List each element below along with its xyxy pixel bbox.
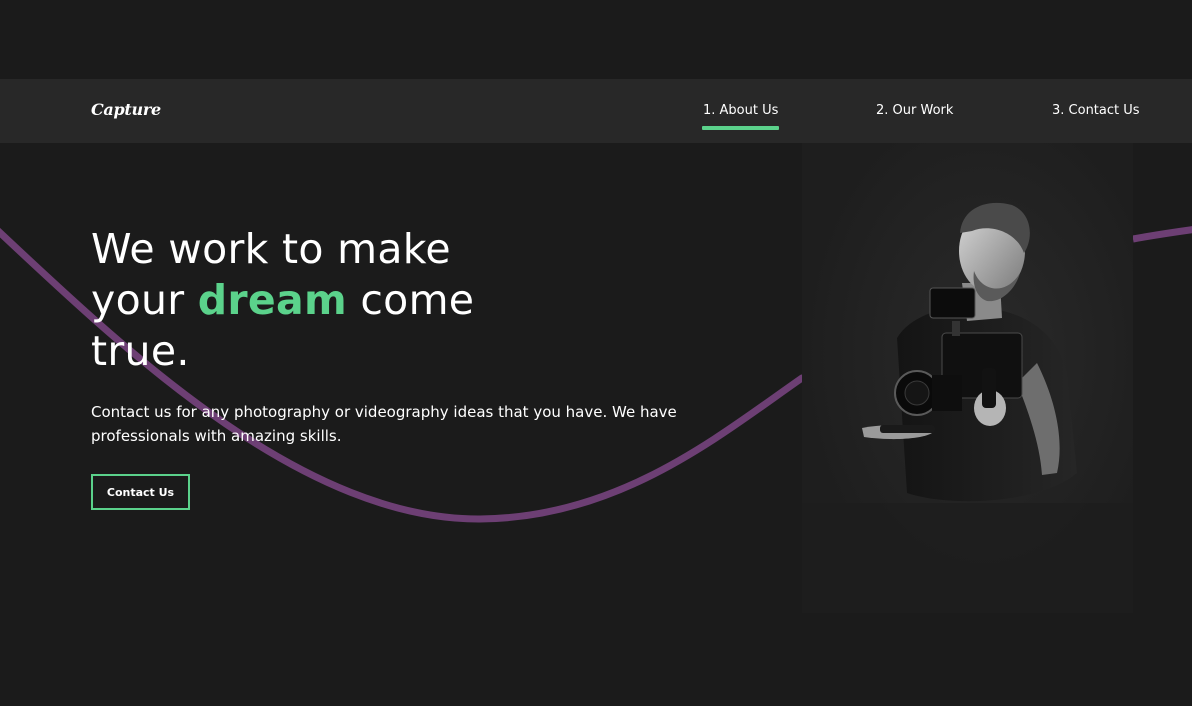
nav-link-contact-us[interactable]: 3. Contact Us bbox=[1052, 103, 1140, 118]
contact-us-button[interactable]: Contact Us bbox=[91, 474, 190, 510]
hero-title-accent-word: dream bbox=[197, 276, 347, 324]
hero-title-line-1: We work to make bbox=[91, 225, 451, 273]
hero-title: We work to make your dream come true. bbox=[91, 224, 474, 377]
top-navbar: Capture 1. About Us 2. Our Work 3. Conta… bbox=[0, 79, 1192, 143]
hero-title-line-3: true. bbox=[91, 327, 190, 375]
nav-link-about-us[interactable]: 1. About Us bbox=[703, 103, 778, 118]
landing-page: Capture 1. About Us 2. Our Work 3. Conta… bbox=[0, 0, 1192, 706]
nav-link-our-work[interactable]: 2. Our Work bbox=[876, 103, 953, 118]
hero-title-line-2-start: your bbox=[91, 276, 185, 324]
logo[interactable]: Capture bbox=[91, 100, 161, 119]
hero-description: Contact us for any photography or videog… bbox=[91, 403, 677, 445]
photographer-with-camera-image bbox=[802, 143, 1133, 613]
active-nav-indicator bbox=[702, 126, 779, 130]
hero-title-line-2-end: come bbox=[360, 276, 475, 324]
